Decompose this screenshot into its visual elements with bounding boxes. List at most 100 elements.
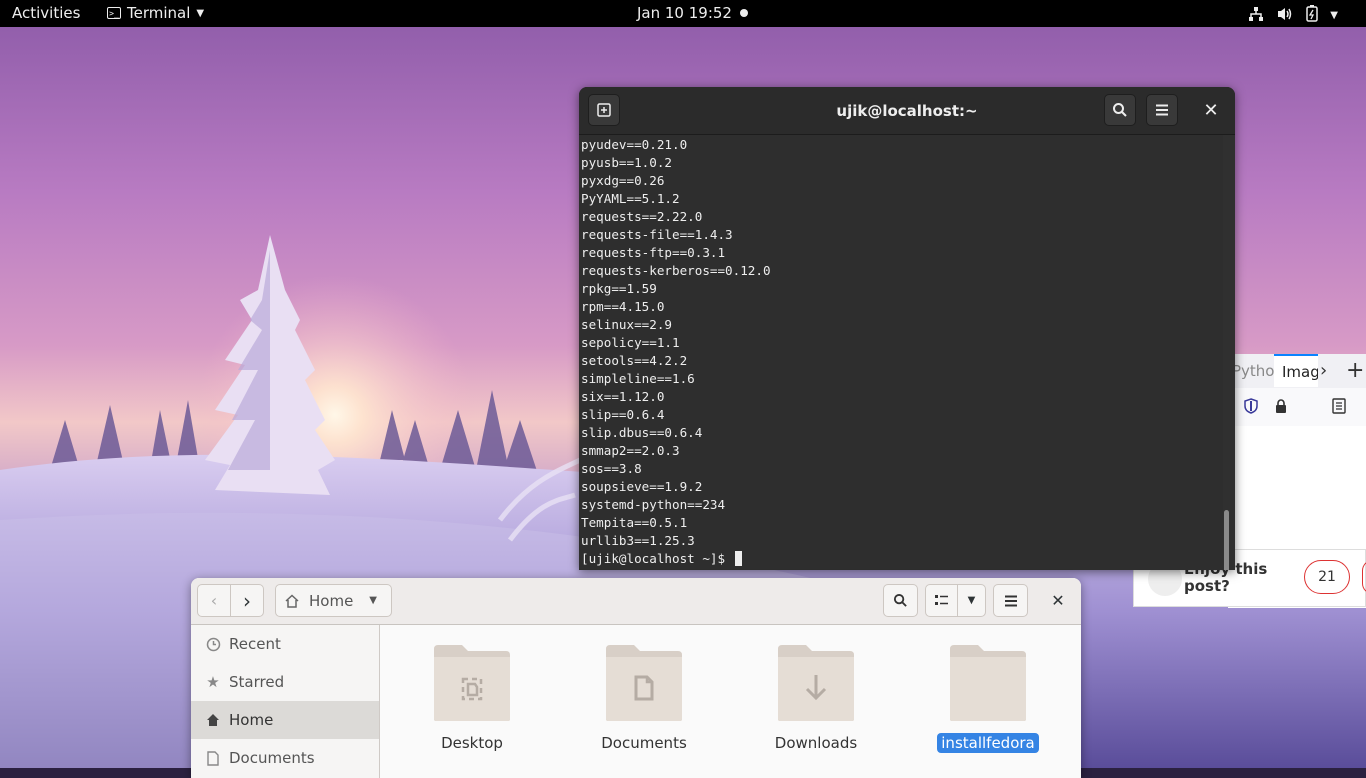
terminal-line: simpleline==1.6 xyxy=(581,371,695,386)
sidebar-item-label: Recent xyxy=(229,635,281,653)
close-button[interactable]: ✕ xyxy=(1043,584,1073,617)
terminal-app-icon: >_ xyxy=(107,7,121,19)
star-icon: ★ xyxy=(206,673,220,691)
terminal-line: PyYAML==5.1.2 xyxy=(581,191,680,206)
network-icon xyxy=(1248,6,1264,26)
folder-downloads[interactable]: Downloads xyxy=(741,643,891,753)
chevron-down-icon: ▼ xyxy=(369,595,377,606)
search-icon xyxy=(1113,103,1127,117)
sidebar-item-label: Documents xyxy=(229,749,315,767)
top-bar: Activities >_ Terminal ▼ Jan 10 19:52 ▼ xyxy=(0,0,1366,27)
folder-label: Desktop xyxy=(441,734,503,752)
terminal-line: six==1.12.0 xyxy=(581,389,665,404)
folder-label: installfedora xyxy=(937,733,1039,753)
view-toggle-button[interactable] xyxy=(925,584,958,617)
terminal-window: ujik@localhost:~ ✕ pyudev==0.21.0 pyusb==… xyxy=(579,87,1235,570)
activities-button[interactable]: Activities xyxy=(12,4,80,22)
home-icon xyxy=(205,712,221,728)
path-bar-home[interactable]: Home ▼ xyxy=(275,584,392,617)
list-view-icon xyxy=(935,595,948,605)
files-headerbar: ‹ › Home ▼ ▼ ✕ xyxy=(191,578,1081,625)
terminal-line: systemd-python==234 xyxy=(581,497,726,512)
folder-desktop[interactable]: Desktop xyxy=(397,643,547,753)
sidebar-item-recent[interactable]: Recent xyxy=(191,625,379,663)
sidebar-item-starred[interactable]: ★ Starred xyxy=(191,663,379,701)
document-icon xyxy=(205,750,221,766)
files-grid: Desktop Documents Downloads installfedora xyxy=(380,625,1081,778)
hamburger-menu-icon xyxy=(1004,595,1017,606)
system-tray[interactable]: ▼ xyxy=(1248,5,1338,26)
close-icon: ✕ xyxy=(1051,591,1065,610)
folder-icon xyxy=(434,645,510,721)
prompt-text: [ujik@localhost ~]$ xyxy=(581,551,733,566)
terminal-line: rpm==4.15.0 xyxy=(581,299,665,314)
terminal-line: requests==2.22.0 xyxy=(581,209,703,224)
url-bar[interactable] xyxy=(1228,388,1366,427)
battery-icon xyxy=(1306,5,1319,26)
sidebar-item-documents[interactable]: Documents xyxy=(191,739,379,777)
folder-installfedora[interactable]: installfedora xyxy=(913,643,1063,753)
terminal-headerbar: ujik@localhost:~ ✕ xyxy=(579,87,1235,135)
terminal-line: Tempita==0.5.1 xyxy=(581,515,688,530)
sidebar-item-label: Home xyxy=(229,711,274,729)
browser-tab-active[interactable]: Imag xyxy=(1274,354,1318,387)
close-icon: ✕ xyxy=(1203,99,1219,121)
browser-tab[interactable]: Pytho xyxy=(1232,362,1275,380)
folder-icon xyxy=(778,645,854,721)
browser-window: Pytho Imag › + Enjoy this post? 21 xyxy=(1133,354,1366,608)
app-menu-label: Terminal xyxy=(127,4,191,22)
folder-documents[interactable]: Documents xyxy=(569,643,719,753)
terminal-line: pyusb==1.0.2 xyxy=(581,155,672,170)
terminal-line: smmap2==2.0.3 xyxy=(581,443,680,458)
sidebar-item-home[interactable]: Home xyxy=(191,701,379,739)
chevron-right-icon: › xyxy=(243,588,251,613)
share-button[interactable] xyxy=(1362,560,1366,594)
shield-icon[interactable] xyxy=(1244,398,1258,414)
forward-button[interactable]: › xyxy=(230,584,264,617)
chevron-down-icon: ▼ xyxy=(1330,10,1338,21)
back-button[interactable]: ‹ xyxy=(197,584,231,617)
notification-dot-icon xyxy=(739,9,748,17)
chevron-left-icon: ‹ xyxy=(210,591,218,610)
terminal-line: pyxdg==0.26 xyxy=(581,173,665,188)
terminal-line: setools==4.2.2 xyxy=(581,353,688,368)
terminal-text: pyudev==0.21.0 pyusb==1.0.2 pyxdg==0.26 PyY… xyxy=(581,136,771,568)
chevron-down-icon: ▼ xyxy=(967,595,976,606)
chevron-down-icon: ▼ xyxy=(196,7,205,19)
terminal-line: sepolicy==1.1 xyxy=(581,335,680,350)
terminal-line: urllib3==1.25.3 xyxy=(581,533,695,548)
chevron-right-icon[interactable]: › xyxy=(1320,360,1327,381)
volume-icon xyxy=(1276,6,1294,26)
clock-label: Jan 10 19:52 xyxy=(637,4,732,22)
folder-icon xyxy=(606,645,682,721)
reader-view-icon[interactable] xyxy=(1332,398,1346,414)
files-sidebar: Recent ★ Starred Home Documents xyxy=(191,625,380,778)
home-icon xyxy=(285,593,299,608)
menu-button[interactable] xyxy=(1146,94,1178,126)
terminal-line: selinux==2.9 xyxy=(581,317,672,332)
new-tab-icon[interactable]: + xyxy=(1346,358,1364,383)
files-window: ‹ › Home ▼ ▼ ✕ Recent ★ Starred Home Doc… xyxy=(191,578,1081,778)
terminal-line: requests-ftp==0.3.1 xyxy=(581,245,726,260)
terminal-line: slip.dbus==0.6.4 xyxy=(581,425,703,440)
terminal-prompt: [ujik@localhost ~]$ xyxy=(581,550,771,568)
search-icon xyxy=(893,593,907,607)
menu-button[interactable] xyxy=(993,584,1028,617)
folder-label: Downloads xyxy=(774,734,858,752)
app-menu-button[interactable]: >_ Terminal ▼ xyxy=(107,4,204,22)
terminal-line: rpkg==1.59 xyxy=(581,281,657,296)
view-options-button[interactable]: ▼ xyxy=(957,584,986,617)
lock-icon[interactable] xyxy=(1274,399,1288,413)
hamburger-menu-icon xyxy=(1156,104,1168,116)
terminal-line: sos==3.8 xyxy=(581,461,642,476)
scrollbar[interactable] xyxy=(1224,510,1229,570)
search-button[interactable] xyxy=(883,584,918,617)
terminal-line: pyudev==0.21.0 xyxy=(581,137,688,152)
close-button[interactable]: ✕ xyxy=(1195,94,1227,126)
path-label: Home xyxy=(309,591,354,610)
terminal-output[interactable]: pyudev==0.21.0 pyusb==1.0.2 pyxdg==0.26 PyY… xyxy=(579,135,1229,570)
clock-button[interactable]: Jan 10 19:52 xyxy=(637,4,748,22)
search-button[interactable] xyxy=(1104,94,1136,126)
clap-count-button[interactable]: 21 xyxy=(1304,560,1350,594)
folder-icon xyxy=(950,645,1026,721)
